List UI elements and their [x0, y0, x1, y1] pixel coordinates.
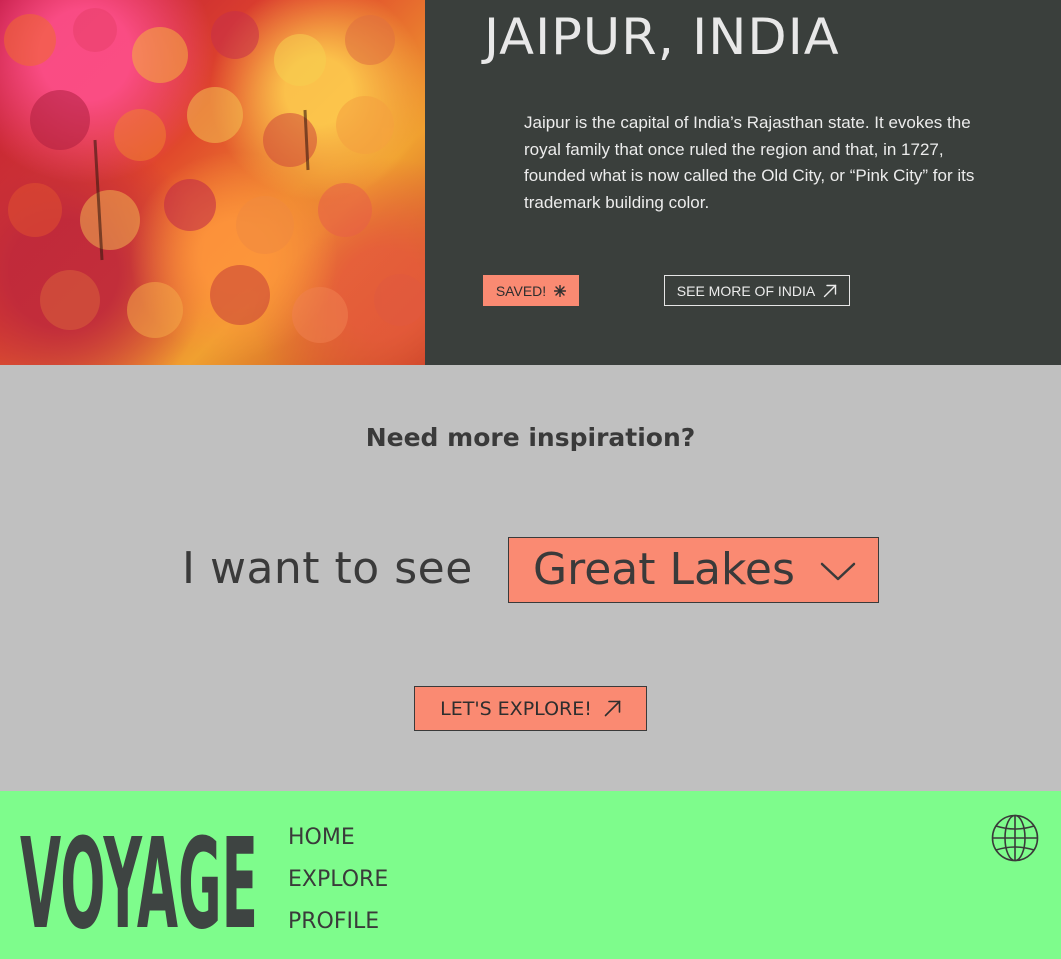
crowd-photo-illustration [4, 8, 425, 343]
footer-nav-explore[interactable]: EXPLORE [288, 863, 388, 905]
inspiration-heading: Need more inspiration? [365, 423, 696, 452]
saved-label: SAVED! [495, 282, 547, 299]
footer-nav: HOME EXPLORE PROFILE [288, 821, 388, 947]
chevron-down-icon [820, 562, 856, 581]
destination-picker-row: I want to see Great Lakes [0, 537, 1061, 603]
see-more-label: SEE MORE OF INDIA [676, 282, 816, 299]
hero-photo [0, 0, 425, 365]
arrow-up-right-icon [604, 700, 621, 717]
voyage-logo[interactable]: VOYAGE [20, 815, 262, 935]
destination-title: JAIPUR, INDIA [484, 8, 840, 66]
see-more-button[interactable]: SEE MORE OF INDIA [664, 275, 850, 306]
asterisk-icon [554, 284, 567, 297]
lets-explore-label: LET'S EXPLORE! [440, 697, 592, 720]
site-footer: VOYAGE HOME EXPLORE PROFILE [0, 791, 1061, 959]
destination-select[interactable]: Great Lakes [508, 537, 879, 603]
footer-nav-profile[interactable]: PROFILE [288, 905, 388, 947]
saved-button[interactable]: SAVED! [483, 275, 579, 306]
footer-nav-home[interactable]: HOME [288, 821, 388, 863]
lets-explore-button[interactable]: LET'S EXPLORE! [414, 686, 647, 731]
destination-select-value: Great Lakes [533, 544, 795, 595]
inspiration-section: Need more inspiration? I want to see Gre… [0, 365, 1061, 791]
arrow-up-right-icon [824, 284, 837, 297]
globe-icon[interactable] [990, 813, 1040, 863]
destination-description: Jaipur is the capital of India’s Rajasth… [524, 113, 975, 212]
hero-section: JAIPUR, INDIA Jaipur is the capital of I… [0, 0, 1061, 365]
logo-text: VOYAGE [20, 815, 258, 935]
want-to-see-label: I want to see [182, 543, 473, 594]
